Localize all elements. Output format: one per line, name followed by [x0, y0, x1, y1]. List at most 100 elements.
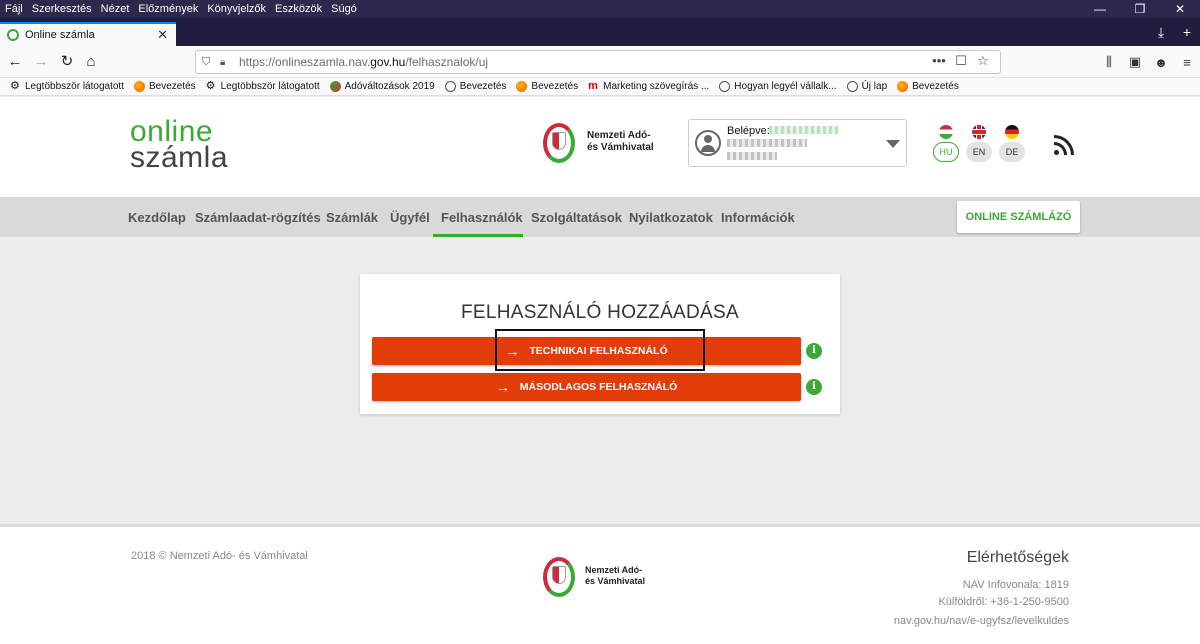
bookmark-label: Bevezetés [459, 81, 507, 92]
bookmark-label: Marketing szövegírás ... [603, 81, 710, 92]
library-icon[interactable]: ⫼ [1096, 54, 1122, 70]
url-domain: gov.hu [370, 55, 406, 69]
tax-changes-icon [329, 81, 341, 92]
redacted-company [727, 139, 807, 147]
bookmark-item[interactable]: m Marketing szövegírás ... [588, 81, 710, 93]
user-account-dropdown[interactable]: Belépve: [688, 119, 907, 167]
secondary-user-button[interactable]: → MÁSODLAGOS FELHASZNÁLÓ [372, 373, 801, 401]
home-icon[interactable]: ⌂ [80, 52, 102, 72]
highlight-box [495, 329, 705, 371]
page-actions-icon[interactable]: ••• [928, 53, 950, 69]
info-icon[interactable]: i [806, 379, 822, 395]
reload-icon[interactable]: ↻ [56, 52, 78, 72]
bookmark-item[interactable]: Adóváltozások 2019 [329, 81, 435, 92]
firefox-icon [516, 81, 528, 92]
menu-bookmarks[interactable]: Könyvjelzők [203, 3, 270, 15]
sidebar-icon[interactable]: ▣ [1122, 54, 1148, 70]
uk-flag-icon [972, 125, 986, 139]
new-tab-icon[interactable]: + [1174, 24, 1200, 40]
globe-icon [444, 81, 456, 92]
language-hu[interactable]: HU [933, 125, 959, 162]
footer-org-name-line-1: Nemzeti Adó- [585, 565, 643, 575]
menu-tools[interactable]: Eszközök [271, 3, 326, 15]
tab-list-icon[interactable]: ⤓ [1148, 24, 1174, 41]
card-title: FELHASZNÁLÓ HOZZÁADÁSA [461, 302, 739, 323]
bookmark-item[interactable]: Hogyan legyél vállalk... [719, 81, 837, 92]
bookmark-item[interactable]: Bevezetés [133, 81, 196, 92]
bookmark-label: Adóváltozások 2019 [344, 81, 435, 92]
rss-icon[interactable] [1054, 135, 1074, 155]
bookmark-star-icon[interactable]: ☆ [972, 53, 994, 69]
contact-title: Elérhetőségek [966, 549, 1069, 566]
globe-icon [719, 81, 731, 92]
close-window-icon[interactable]: ✕ [1160, 0, 1200, 18]
gear-icon: ⚙ [10, 80, 20, 92]
menu-view[interactable]: Nézet [97, 3, 134, 15]
arrow-right-icon: → [495, 379, 510, 395]
firefox-icon [133, 81, 145, 92]
redacted-username [769, 126, 839, 134]
pocket-icon[interactable]: ☐ [950, 53, 972, 69]
online-szamlazo-button[interactable]: ONLINE SZÁMLÁZÓ [957, 201, 1080, 233]
nav-org-name: Nemzeti Adó- és Vámhivatal [587, 130, 654, 154]
menu-edit[interactable]: Szerkesztés [28, 3, 96, 15]
bookmark-item[interactable]: Bevezetés [516, 81, 578, 92]
nav-szamlak[interactable]: Számlák [326, 210, 378, 225]
contact-phone: NAV Infovonala: 1819 [962, 579, 1069, 591]
copyright-text: 2018 © Nemzeti Adó- és Vámhivatal [131, 550, 308, 562]
chevron-down-icon [886, 140, 900, 148]
main-content: FELHASZNÁLÓ HOZZÁADÁSA → TECHNIKAI FELHA… [0, 237, 1200, 524]
bookmark-item[interactable]: ⚙ Legtöbbször látogatott [10, 80, 124, 93]
hamburger-menu-icon[interactable]: ≡ [1174, 55, 1200, 70]
logo-line-2: számla [130, 141, 229, 174]
bookmark-item[interactable]: Új lap [846, 81, 888, 92]
nav-kezdolap[interactable]: Kezdőlap [128, 210, 186, 225]
bookmark-item[interactable]: ⚙ Legtöbbször látogatott [205, 80, 320, 93]
bookmarks-toolbar: ⚙ Legtöbbször látogatott Bevezetés ⚙ Legtö… [0, 78, 1200, 96]
bookmark-label: Új lap [861, 81, 888, 92]
main-navigation: Kezdőlap Számlaadat-rögzítés Számlák Ügy… [0, 197, 1200, 237]
bookmark-item[interactable]: Bevezetés [444, 81, 507, 92]
tab-online-szamla[interactable]: Online számla ✕ [0, 22, 176, 46]
nav-felhasznalok[interactable]: Felhasználók [441, 210, 523, 225]
restore-icon[interactable]: ❐ [1120, 0, 1160, 18]
info-icon[interactable]: i [806, 343, 822, 359]
nav-nyilatkozatok[interactable]: Nyilatkozatok [629, 210, 713, 225]
tab-close-icon[interactable]: ✕ [157, 27, 168, 43]
back-icon[interactable]: ← [4, 52, 26, 72]
site-header: online számla Nemzeti Adó- és Vámhivatal… [0, 97, 1200, 197]
menu-file[interactable]: Fájl [0, 3, 27, 15]
globe-icon [846, 81, 858, 92]
tabstrip-actions: ⤓ + [1148, 18, 1200, 46]
bookmark-label: Hogyan legyél vállalk... [734, 81, 837, 92]
bookmark-label: Legtöbbször látogatott [220, 81, 320, 92]
forward-icon[interactable]: → [30, 52, 52, 72]
nav-szolgaltatasok[interactable]: Szolgáltatások [531, 210, 622, 225]
minimize-icon[interactable]: — [1080, 0, 1120, 18]
footer-org-name: Nemzeti Adó- és Vámhivatal [585, 565, 645, 587]
tracking-shield-icon[interactable]: ⛉ [202, 56, 220, 69]
navigation-toolbar: ← → ↻ ⌂ ⛉ 🔒︎ https://onlineszamla.nav. go… [0, 46, 1200, 78]
language-de[interactable]: DE [999, 125, 1025, 162]
nav-szamlaadat-rogzites[interactable]: Számlaadat-rögzítés [195, 210, 321, 225]
contact-link[interactable]: nav.gov.hu/nav/e-ugyfsz/levelkuldes [894, 615, 1069, 627]
nav-ugyfel[interactable]: Ügyfél [390, 210, 430, 225]
account-icon[interactable]: ☻ [1148, 55, 1174, 70]
language-en-label: EN [966, 142, 992, 162]
language-en[interactable]: EN [966, 125, 992, 162]
bookmark-label: Bevezetés [912, 81, 959, 92]
online-szamla-logo[interactable]: online számla [130, 117, 229, 174]
nav-informaciok[interactable]: Információk [721, 210, 795, 225]
menu-history[interactable]: Előzmények [134, 3, 202, 15]
url-bar[interactable]: ⛉ 🔒︎ https://onlineszamla.nav. gov.hu/fel… [195, 50, 1001, 74]
nav-crest-icon [541, 119, 577, 165]
lock-icon[interactable]: 🔒︎ [220, 57, 234, 68]
redacted-id [727, 152, 777, 160]
contact-abroad: Külföldről: +36-1-250-9500 [938, 596, 1069, 608]
bookmark-label: Legtöbbször látogatott [25, 81, 124, 92]
gear-icon: ⚙ [205, 80, 216, 92]
window-controls: — ❐ ✕ [1080, 0, 1200, 18]
menu-help[interactable]: Súgó [327, 3, 361, 15]
login-label: Belépve: [727, 125, 770, 137]
bookmark-item[interactable]: Bevezetés [897, 81, 959, 92]
